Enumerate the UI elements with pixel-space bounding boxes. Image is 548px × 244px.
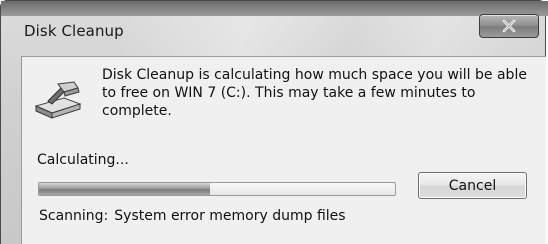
calculating-label: Calculating... [37, 152, 129, 168]
progress-bar [38, 182, 396, 196]
close-icon [502, 19, 516, 33]
scan-status: Scanning: System error memory dump files [39, 208, 346, 224]
close-button[interactable] [479, 14, 539, 38]
progress-fill [39, 183, 210, 195]
disk-cleanup-icon [34, 80, 82, 124]
cancel-button[interactable]: Cancel [418, 172, 527, 199]
window-title: Disk Cleanup [24, 22, 124, 40]
dialog-message: Disk Cleanup is calculating how much spa… [102, 67, 527, 119]
scan-item: System error memory dump files [114, 208, 346, 224]
scan-prefix: Scanning: [39, 208, 109, 224]
window-top-edge [1, 1, 548, 16]
desktop-canvas: Disk Cleanup Disk Cleanup is calculating… [0, 0, 548, 244]
